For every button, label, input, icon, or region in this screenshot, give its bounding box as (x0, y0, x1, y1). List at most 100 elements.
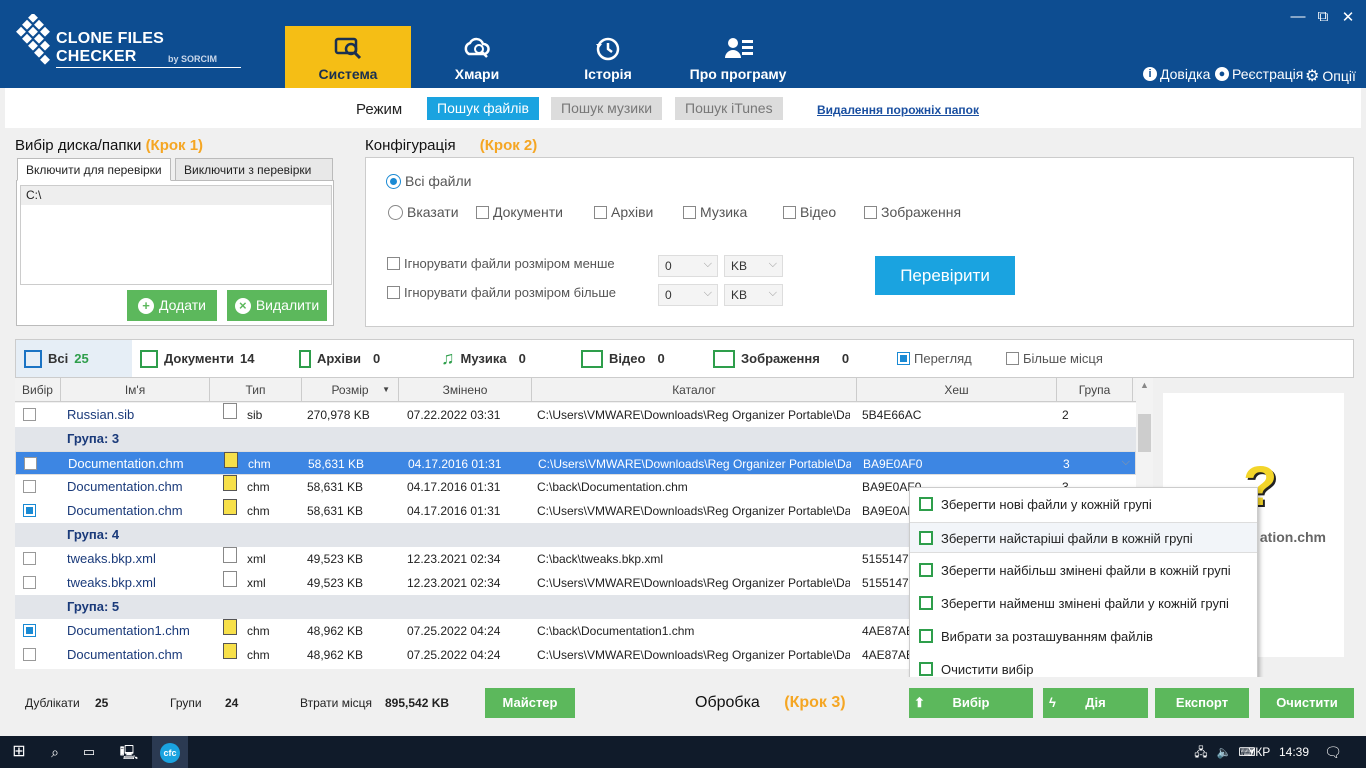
category-video[interactable]: Відео 0 (581, 340, 701, 377)
add-button[interactable]: + Додати (127, 290, 217, 321)
wizard-button[interactable]: Майстер (485, 688, 575, 718)
col-name[interactable]: Ім'я (61, 378, 210, 402)
row-checkbox[interactable] (23, 408, 36, 421)
music-checkbox[interactable]: Музика (683, 204, 747, 220)
clock[interactable]: 14:39 (1276, 736, 1312, 768)
action-button[interactable]: ϟ Дія (1043, 688, 1148, 718)
row-checkbox[interactable] (23, 504, 36, 517)
options-link[interactable]: ⚙ Опції (1305, 66, 1356, 86)
path-list[interactable]: C:\ (20, 185, 332, 285)
select-button[interactable]: ⬆ Вибір (909, 688, 1033, 718)
volume-icon[interactable]: 🔈 (1215, 736, 1233, 768)
keep-newest-item[interactable]: Зберегти нові файли у кожній групі (910, 489, 1257, 520)
mode-bar: Режим Пошук файлів Пошук музики Пошук iT… (5, 88, 1361, 128)
file-icon (223, 547, 237, 563)
group-header[interactable]: Група: 3 (15, 427, 1136, 451)
mode-music-search[interactable]: Пошук музики (551, 97, 663, 120)
row-checkbox[interactable] (23, 576, 36, 589)
keep-most-modified-item[interactable]: Зберегти найбільш змінені файли в кожній… (910, 555, 1257, 586)
ignore-larger-checkbox[interactable]: Ігнорувати файли розміром більше (387, 285, 616, 300)
windows-start-icon[interactable]: ⊞ (8, 736, 30, 768)
chm-help-icon (223, 643, 237, 659)
row-checkbox[interactable] (23, 552, 36, 565)
keep-least-modified-item[interactable]: Зберегти найменш змінені файли у кожній … (910, 588, 1257, 619)
category-label: Відео (609, 351, 646, 366)
keep-oldest-item[interactable]: Зберегти найстаріші файли в кожній групі (910, 522, 1257, 553)
category-music[interactable]: ♫ Музика 0 (441, 340, 571, 377)
category-all[interactable]: Всі 25 (16, 340, 132, 377)
documents-checkbox[interactable]: Документи (476, 204, 563, 220)
mode-itunes-search[interactable]: Пошук iTunes (675, 97, 783, 120)
remove-button[interactable]: × Видалити (227, 290, 327, 321)
max-size-select[interactable]: 0 (658, 283, 718, 306)
col-size-label: Розмір (331, 383, 369, 397)
table-row[interactable]: Russian.sib sib 270,978 KB 07.22.2022 03:31… (15, 403, 1136, 427)
row-checkbox[interactable] (23, 480, 36, 493)
register-link[interactable]: ● Реєстрація (1215, 66, 1303, 82)
path-item[interactable]: C:\ (21, 186, 331, 205)
max-unit-select[interactable]: KB (724, 283, 783, 306)
cloud-search-icon (464, 37, 490, 58)
ignore-smaller-checkbox[interactable]: Ігнорувати файли розміром менше (387, 256, 615, 271)
scan-button[interactable]: Перевірити (875, 256, 1015, 295)
close-icon[interactable]: ✕ (1338, 8, 1358, 26)
export-button[interactable]: Експорт (1155, 688, 1249, 718)
mode-file-search[interactable]: Пошук файлів (427, 97, 539, 120)
minimize-icon[interactable]: — (1288, 8, 1308, 25)
col-select[interactable]: Вибір (15, 378, 61, 402)
archives-checkbox[interactable]: Архіви (594, 204, 653, 220)
images-checkbox[interactable]: Зображення (864, 204, 961, 220)
col-hash[interactable]: Хеш (857, 378, 1057, 402)
col-group[interactable]: Група (1057, 378, 1133, 402)
network-icon[interactable]: 🖧 (1192, 736, 1210, 768)
menu-item-label: Зберегти найстаріші файли в кожній групі (941, 531, 1193, 546)
scroll-thumb[interactable] (1138, 414, 1151, 452)
tab-include[interactable]: Включити для перевірки (17, 158, 171, 181)
file-name: Documentation.chm (67, 503, 183, 518)
file-type: xml (247, 552, 266, 566)
restore-icon[interactable]: ⧉ (1313, 8, 1333, 25)
min-unit-select[interactable]: KB (724, 254, 783, 277)
col-type[interactable]: Тип (210, 378, 302, 402)
row-checkbox[interactable] (23, 648, 36, 661)
tab-clouds[interactable]: Хмари (411, 26, 543, 88)
category-images[interactable]: Зображення 0 (713, 340, 863, 377)
sort-down-icon: ▼ (382, 385, 390, 394)
col-modified[interactable]: Змінено (399, 378, 532, 402)
empty-folders-link[interactable]: Видалення порожніх папок (817, 103, 979, 117)
row-checkbox[interactable] (24, 457, 37, 470)
tab-history[interactable]: Історія (543, 26, 673, 88)
task-view-icon[interactable]: ▭ (78, 736, 100, 768)
category-documents[interactable]: Документи 14 (140, 340, 290, 377)
arrow-up-icon: ⬆ (914, 695, 925, 710)
row-checkbox[interactable] (23, 624, 36, 637)
search-icon[interactable]: ⌕ (44, 736, 66, 768)
col-size[interactable]: Розмір ▼ (302, 378, 399, 402)
file-modified: 04.17.2016 01:31 (408, 457, 502, 471)
plus-icon: + (138, 298, 154, 314)
category-label: Зображення (741, 351, 820, 366)
tab-system[interactable]: Система (285, 26, 411, 88)
more-space-checkbox[interactable]: Більше місця (1006, 351, 1103, 366)
taskbar-app-cfc[interactable]: cfc (152, 736, 188, 768)
category-archives[interactable]: Архіви 0 (299, 340, 429, 377)
video-checkbox[interactable]: Відео (783, 204, 836, 220)
lightning-icon: ϟ (1049, 695, 1056, 710)
specify-radio[interactable]: Вказати (388, 204, 459, 220)
computer-icon[interactable]: 🖳 (116, 736, 142, 768)
col-folder[interactable]: Каталог (532, 378, 857, 402)
select-by-location-item[interactable]: Вибрати за розташуванням файлів (910, 621, 1257, 652)
table-row[interactable]: Documentation.chm chm 58,631 KB 04.17.2016 … (15, 450, 1136, 475)
tab-exclude[interactable]: Виключити з перевірки (175, 158, 333, 181)
min-size-select[interactable]: 0 (658, 254, 718, 277)
clear-button[interactable]: Очистити (1260, 688, 1354, 718)
tab-about[interactable]: Про програму (673, 26, 803, 88)
all-files-radio[interactable]: Всі файли (386, 173, 471, 189)
checkbox-icon (476, 205, 489, 219)
notifications-icon[interactable]: 🗨 (1322, 736, 1344, 768)
scroll-up-icon[interactable]: ▲ (1140, 380, 1149, 390)
keyboard-language[interactable]: УКР (1242, 736, 1276, 768)
selection-rule-icon (919, 497, 933, 511)
preview-checkbox[interactable]: Перегляд (897, 351, 972, 366)
help-link[interactable]: i Довідка (1143, 66, 1210, 82)
